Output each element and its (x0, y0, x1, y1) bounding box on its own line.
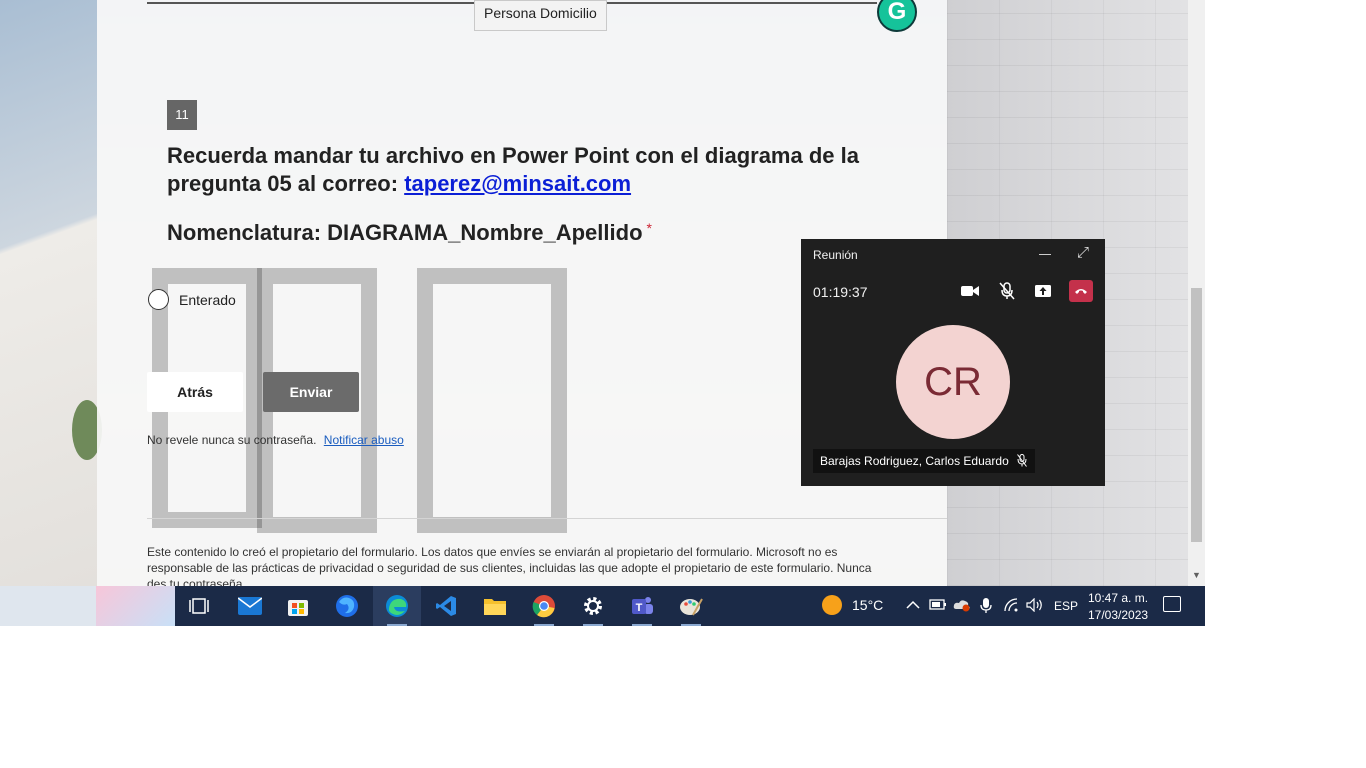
question-number-badge: 11 (167, 100, 197, 130)
background-decoration (417, 268, 567, 533)
battery-icon[interactable] (929, 598, 947, 613)
vscode-icon[interactable] (422, 586, 470, 626)
task-view-icon[interactable] (175, 586, 223, 626)
weather-sun-icon (822, 595, 842, 615)
participant-name-tag: Barajas Rodriguez, Carlos Eduardo (813, 449, 1035, 473)
scrollbar-thumb[interactable] (1191, 288, 1202, 542)
running-indicator (632, 624, 652, 626)
edge-icon[interactable] (373, 586, 421, 626)
password-warning-text: No revele nunca su contraseña. (147, 433, 317, 447)
radio-button[interactable] (148, 289, 169, 310)
chrome-icon[interactable] (520, 586, 568, 626)
grammarly-icon[interactable]: G (877, 0, 917, 32)
desktop-screen: Persona Domicilio G 11 Recuerda mandar t… (0, 0, 1205, 626)
meeting-timer: 01:19:37 (813, 284, 868, 300)
microphone-icon[interactable] (980, 598, 992, 617)
language-indicator[interactable]: ESP (1054, 599, 1078, 613)
notification-center-icon[interactable] (1163, 596, 1181, 612)
option-enterado[interactable]: Enterado (148, 289, 236, 310)
chevron-up-icon[interactable] (906, 598, 920, 613)
widgets-icon[interactable] (96, 586, 175, 626)
nomenclature-text: Nomenclatura: DIAGRAMA_Nombre_Apellido (167, 220, 643, 245)
nomenclature-heading: Nomenclatura: DIAGRAMA_Nombre_Apellido * (167, 220, 652, 246)
meeting-title: Reunión (813, 248, 858, 262)
running-indicator (583, 624, 603, 626)
taskbar: T 15°C ESP 10:47 a. m. 17/03/2023 (0, 586, 1205, 626)
clock-time: 10:47 a. m. (1088, 591, 1149, 605)
file-explorer-icon[interactable] (471, 586, 519, 626)
weather-temperature: 15°C (852, 597, 884, 613)
meeting-mini-window[interactable]: Reunión ⤢ 01:19:37 CR Barajas Rodriguez,… (801, 239, 1105, 486)
participant-avatar: CR (896, 325, 1010, 439)
clock-date: 17/03/2023 (1088, 608, 1149, 622)
paint-icon[interactable] (667, 586, 715, 626)
wifi-icon[interactable] (1003, 598, 1019, 615)
autocomplete-tooltip[interactable]: Persona Domicilio (474, 0, 607, 31)
store-icon[interactable] (274, 586, 322, 626)
onedrive-error-icon[interactable] (953, 598, 971, 615)
background-left-building (0, 0, 102, 586)
email-link[interactable]: taperez@minsait.com (404, 171, 631, 196)
footer-disclaimer: Este contenido lo creó el propietario de… (147, 545, 872, 591)
running-indicator (681, 624, 701, 626)
weather-widget[interactable]: 15°C (822, 595, 883, 615)
option-label[interactable]: Enterado (179, 292, 236, 308)
mic-muted-icon[interactable] (995, 281, 1019, 301)
question-title: Recuerda mandar tu archivo en Power Poin… (167, 142, 887, 198)
back-button[interactable]: Atrás (147, 372, 243, 412)
submit-button[interactable]: Enviar (263, 372, 359, 412)
minimize-icon[interactable] (1039, 254, 1051, 255)
scroll-down-arrow-icon[interactable]: ▼ (1192, 570, 1201, 580)
page-scrollbar[interactable]: ▼ (1188, 0, 1205, 586)
volume-icon[interactable] (1026, 597, 1044, 615)
expand-icon[interactable]: ⤢ (1077, 244, 1089, 261)
password-warning: No revele nunca su contraseña. Notificar… (147, 433, 404, 447)
active-indicator (387, 624, 407, 626)
settings-icon[interactable] (569, 586, 617, 626)
firefox-icon[interactable] (323, 586, 371, 626)
hang-up-icon[interactable] (1069, 280, 1093, 302)
svg-text:T: T (636, 602, 643, 614)
required-mark: * (646, 220, 652, 236)
mail-icon[interactable] (226, 586, 274, 626)
participant-muted-icon (1016, 454, 1027, 473)
teams-icon[interactable]: T (618, 586, 666, 626)
system-clock[interactable]: 10:47 a. m. 17/03/2023 (1088, 590, 1148, 624)
report-abuse-link[interactable]: Notificar abuso (324, 433, 404, 447)
footer-divider (147, 518, 947, 519)
running-indicator (534, 624, 554, 626)
share-screen-icon[interactable] (1031, 281, 1055, 301)
participant-name: Barajas Rodriguez, Carlos Eduardo (820, 454, 1009, 468)
camera-icon[interactable] (958, 281, 982, 301)
